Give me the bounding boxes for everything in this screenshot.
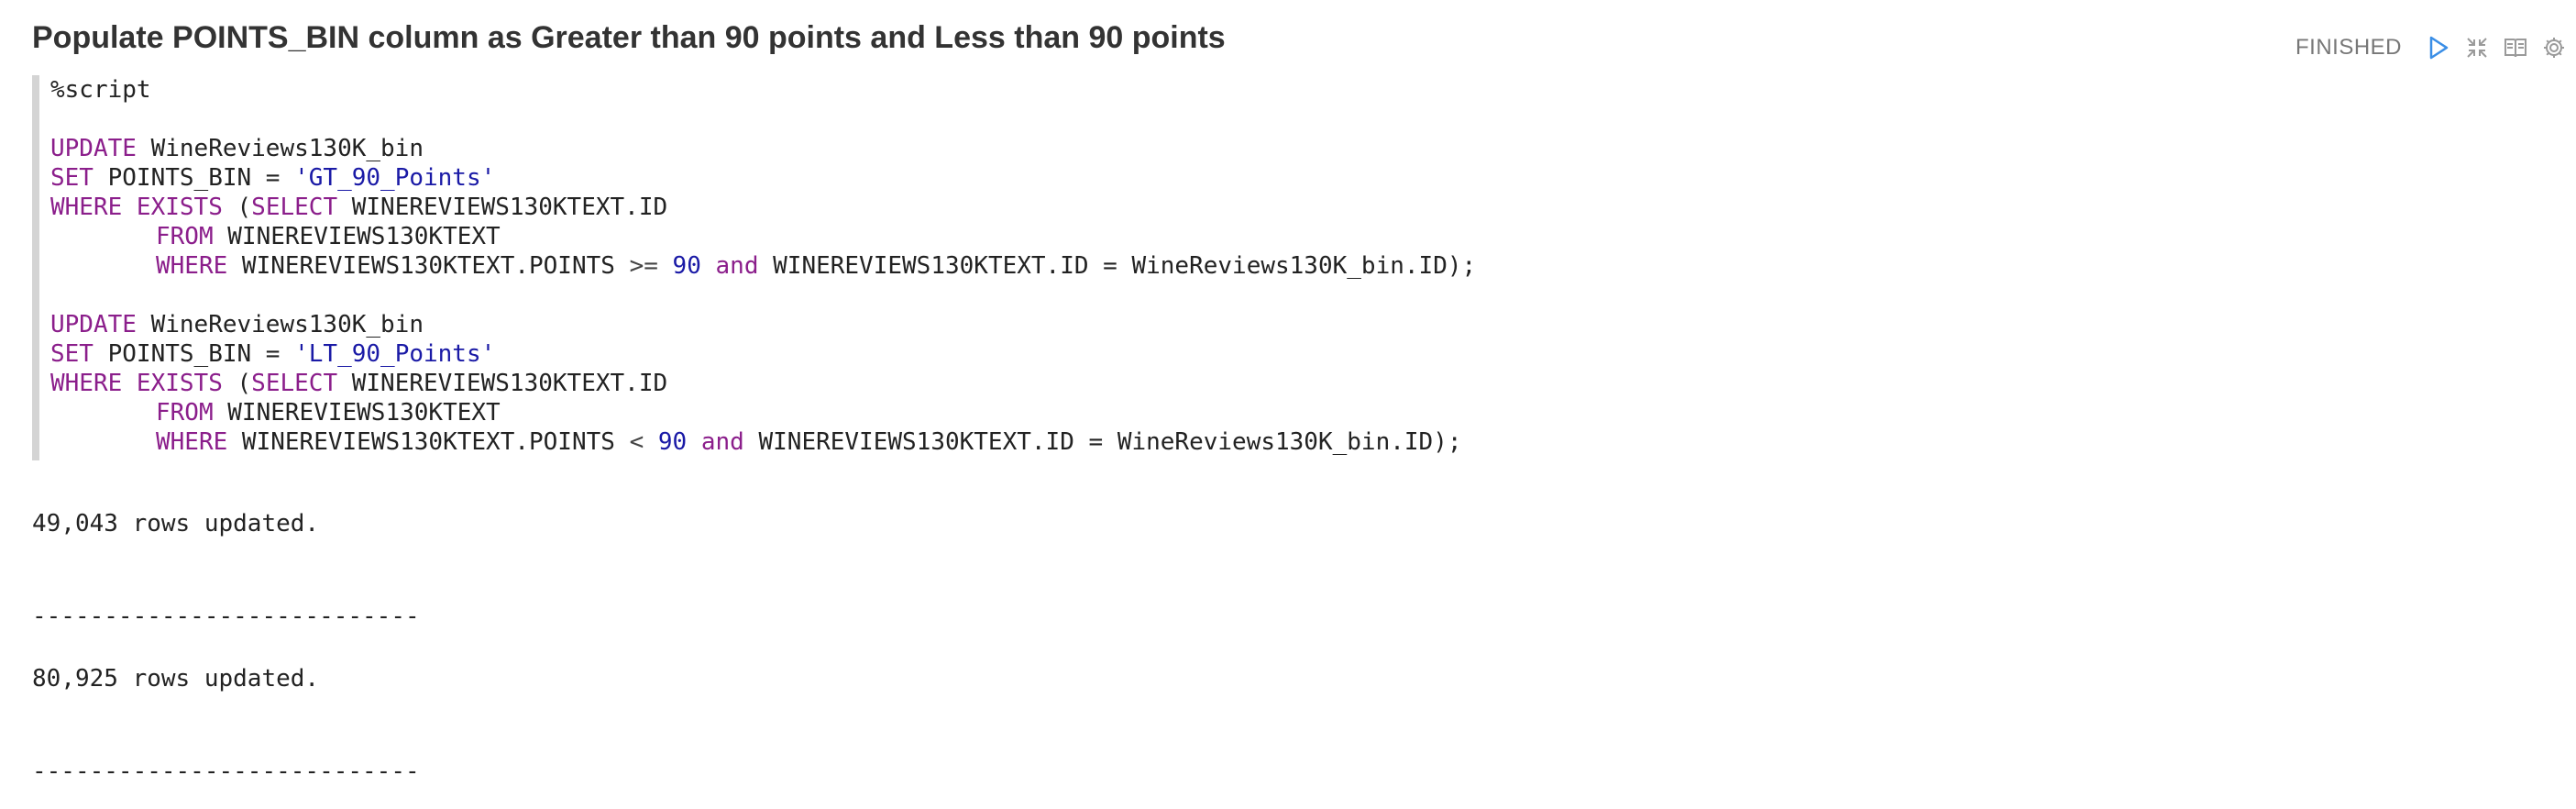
code-line: WHERE WINEREVIEWS130KTEXT.POINTS < 90 an… (156, 428, 1462, 456)
gear-icon[interactable] (2539, 33, 2569, 62)
code-line: WHERE EXISTS (SELECT WINEREVIEWS130KTEXT… (50, 370, 668, 397)
code-editor[interactable]: %script UPDATE WineReviews130K_bin SET P… (32, 75, 1517, 460)
code-line: UPDATE WineReviews130K_bin (50, 135, 424, 162)
collapse-icon[interactable] (2462, 33, 2492, 62)
code-line: WHERE WINEREVIEWS130KTEXT.POINTS >= 90 a… (156, 252, 1477, 280)
code-line: SET POINTS_BIN = 'LT_90_Points' (50, 340, 496, 368)
code-line: FROM WINEREVIEWS130KTEXT (156, 223, 501, 250)
result-text: 49,043 rows updated. (32, 510, 320, 537)
code-line: FROM WINEREVIEWS130KTEXT (156, 399, 501, 427)
book-icon[interactable] (2501, 33, 2530, 62)
result-text: 80,925 rows updated. (32, 665, 320, 693)
code-line: UPDATE WineReviews130K_bin (50, 311, 424, 338)
separator: --------------------------- (32, 758, 420, 785)
code-line: WHERE EXISTS (SELECT WINEREVIEWS130KTEXT… (50, 194, 668, 221)
status-label: FINISHED (2295, 35, 2402, 60)
paragraph-toolbar: FINISHED (2295, 29, 2569, 66)
paragraph-title: Populate POINTS_BIN column as Greater th… (32, 20, 1226, 55)
separator: --------------------------- (32, 603, 420, 630)
run-icon[interactable] (2424, 33, 2453, 62)
code-line: SET POINTS_BIN = 'GT_90_Points' (50, 164, 496, 192)
code-line: %script (50, 76, 151, 104)
